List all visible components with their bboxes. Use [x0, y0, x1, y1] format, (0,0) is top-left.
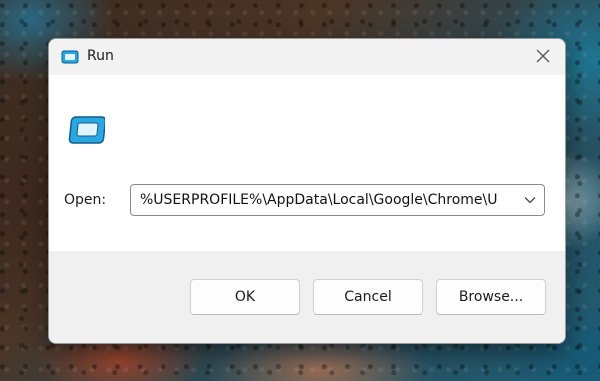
run-icon [67, 115, 107, 145]
ok-button[interactable]: OK [190, 279, 300, 315]
browse-button[interactable]: Browse... [436, 279, 546, 315]
dialog-title: Run [87, 48, 114, 64]
close-button[interactable] [521, 39, 565, 75]
title-bar[interactable]: Run [49, 39, 565, 75]
open-label: Open: [64, 192, 107, 208]
dialog-footer: OK Cancel Browse... [49, 251, 565, 343]
run-dialog: Run Open: %USERPROFILE%\AppData\Local\Go… [48, 38, 566, 344]
cancel-button[interactable]: Cancel [313, 279, 423, 315]
chevron-down-icon[interactable] [522, 192, 538, 208]
run-icon [61, 49, 79, 64]
dialog-content: Open: %USERPROFILE%\AppData\Local\Google… [49, 75, 565, 251]
close-icon [536, 48, 550, 67]
open-combobox[interactable]: %USERPROFILE%\AppData\Local\Google\Chrom… [130, 184, 545, 216]
open-input[interactable]: %USERPROFILE%\AppData\Local\Google\Chrom… [140, 192, 514, 208]
